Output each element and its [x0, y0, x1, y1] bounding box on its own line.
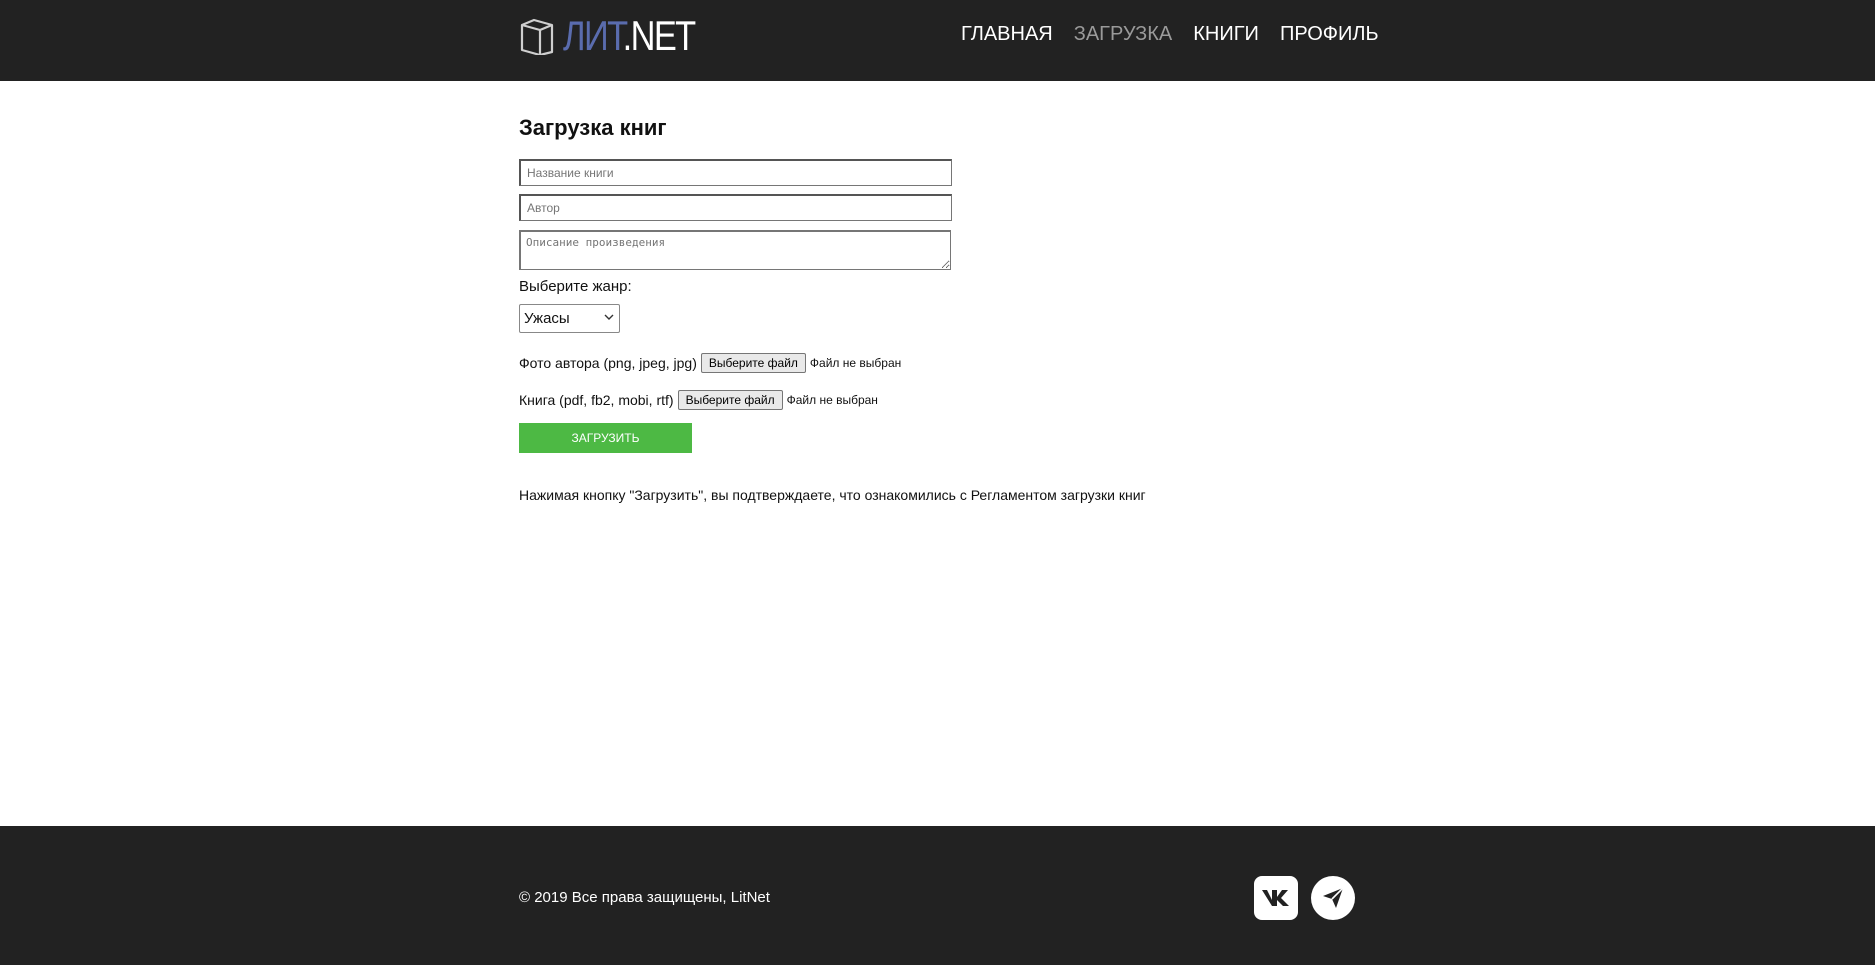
- logo-text: ЛИТ.NET: [563, 15, 696, 57]
- genre-label: Выберите жанр:: [519, 278, 632, 295]
- page-title: Загрузка книг: [519, 115, 667, 140]
- book-file-row: Книга (pdf, fb2, mobi, rtf) Выберите фай…: [519, 390, 878, 410]
- book-title-input[interactable]: [519, 159, 952, 186]
- description-textarea[interactable]: [519, 230, 951, 270]
- logo-net: .NET: [622, 12, 697, 59]
- site-logo[interactable]: ЛИТ.NET: [519, 15, 723, 57]
- upload-notice: Нажимая кнопку "Загрузить", вы подтвержд…: [519, 487, 1146, 503]
- author-photo-row: Фото автора (png, jpeg, jpg) Выберите фа…: [519, 353, 901, 373]
- author-photo-file-status: Файл не выбран: [809, 356, 902, 370]
- nav-link-upload[interactable]: ЗАГРУЗКА: [1074, 22, 1173, 46]
- site-header: ЛИТ.NET ГЛАВНАЯ ЗАГРУЗКА КНИГИ ПРОФИЛЬ: [0, 0, 1875, 81]
- book-file-button[interactable]: Выберите файл: [677, 390, 783, 410]
- nav-link-profile[interactable]: ПРОФИЛЬ: [1280, 22, 1379, 46]
- telegram-icon: [1323, 887, 1344, 908]
- chevron-down-icon: [604, 314, 614, 320]
- book-file-label: Книга (pdf, fb2, mobi, rtf): [519, 392, 674, 408]
- logo-lit: ЛИТ: [563, 12, 624, 59]
- vk-link[interactable]: [1254, 876, 1298, 920]
- open-book-icon: [520, 18, 554, 55]
- author-input[interactable]: [519, 194, 952, 221]
- genre-select[interactable]: Ужасы: [519, 304, 620, 333]
- book-file-status: Файл не выбран: [786, 393, 878, 407]
- nav-link-books[interactable]: КНИГИ: [1193, 22, 1259, 46]
- vk-icon: [1262, 890, 1289, 906]
- genre-selected-value: Ужасы: [524, 310, 570, 327]
- site-footer: © 2019 Все права защищены, LitNet: [0, 826, 1875, 965]
- author-photo-file-button[interactable]: Выберите файл: [700, 353, 806, 373]
- author-photo-label: Фото автора (png, jpeg, jpg): [519, 355, 697, 371]
- upload-button[interactable]: Загрузить: [519, 423, 692, 453]
- nav-link-home[interactable]: ГЛАВНАЯ: [961, 22, 1053, 46]
- telegram-link[interactable]: [1311, 876, 1355, 920]
- copyright-text: © 2019 Все права защищены, LitNet: [519, 889, 770, 906]
- main-nav: ГЛАВНАЯ ЗАГРУЗКА КНИГИ ПРОФИЛЬ: [961, 22, 1379, 46]
